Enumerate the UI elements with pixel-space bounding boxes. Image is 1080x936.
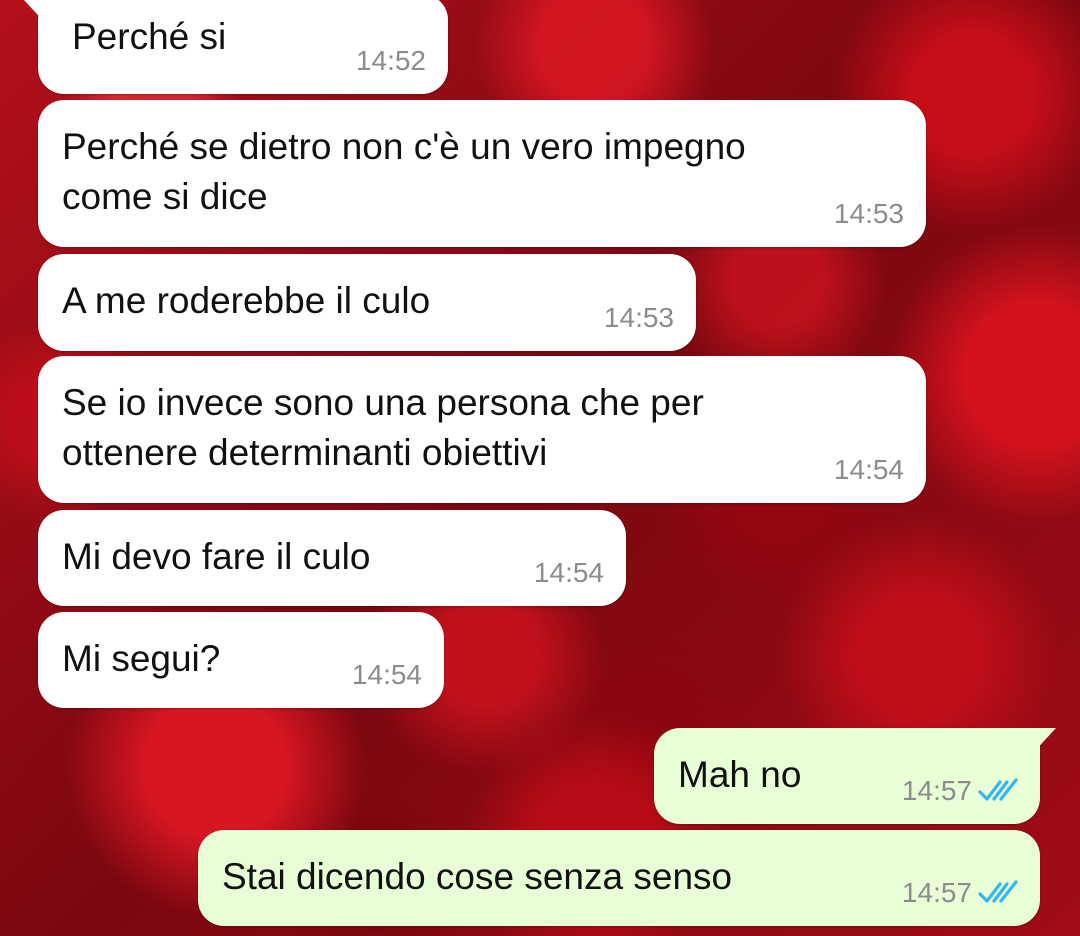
- message-text: Se io invece sono una persona che per ot…: [62, 382, 704, 473]
- message-text: A me roderebbe il culo: [62, 280, 431, 321]
- bubble-tail: [24, 0, 48, 26]
- message-timestamp: 14:54: [833, 454, 904, 485]
- message-text: Mi devo fare il culo: [62, 536, 371, 577]
- message-bubble-incoming[interactable]: Mi devo fare il culo 14:54: [38, 510, 626, 606]
- message-bubble-incoming[interactable]: Perché si 14:52: [24, 0, 448, 94]
- message-timestamp: 14:52: [355, 45, 426, 76]
- message-timestamp: 14:57: [901, 877, 972, 908]
- bubble-tail: [1032, 728, 1056, 754]
- message-timestamp: 14:57: [901, 775, 972, 806]
- message-bubble-incoming[interactable]: Mi segui? 14:54: [38, 612, 444, 708]
- message-timestamp: 14:54: [533, 557, 604, 588]
- message-text: Mi segui?: [62, 638, 221, 679]
- message-text: Mah no: [678, 754, 802, 795]
- message-text: Perché si: [72, 16, 227, 57]
- message-bubble-incoming[interactable]: Se io invece sono una persona che per ot…: [38, 356, 926, 503]
- message-bubble-incoming[interactable]: A me roderebbe il culo 14:53: [38, 254, 696, 351]
- message-timestamp: 14:53: [603, 302, 674, 333]
- message-bubble-outgoing[interactable]: Mah no 14:57: [654, 728, 1056, 824]
- message-timestamp: 14:54: [351, 659, 422, 690]
- message-bubble-outgoing[interactable]: Stai dicendo cose senza senso 14:57: [198, 830, 1040, 926]
- message-text: Stai dicendo cose senza senso: [222, 856, 733, 897]
- double-check-read-icon: [978, 778, 1018, 801]
- message-bubble-incoming[interactable]: Perché se dietro non c'è un vero impegno…: [38, 100, 926, 247]
- message-timestamp: 14:53: [833, 198, 904, 229]
- message-text: Perché se dietro non c'è un vero impegno…: [62, 126, 746, 217]
- double-check-read-icon: [978, 880, 1018, 903]
